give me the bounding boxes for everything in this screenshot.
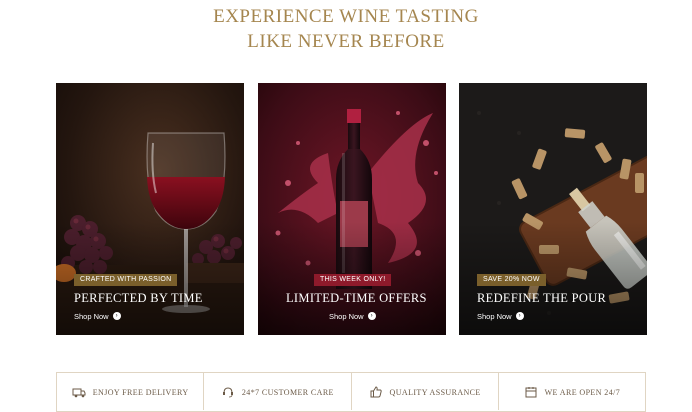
feature-quality-assurance: QUALITY ASSURANCE xyxy=(352,373,499,410)
promo-heading: REDEFINE THE POUR xyxy=(477,291,607,305)
promo-card-redefine-pour[interactable]: SAVE 20% NOW REDEFINE THE POUR Shop Now … xyxy=(459,83,647,335)
promo-heading: LIMITED-TIME OFFERS xyxy=(286,291,427,305)
shop-now-label: Shop Now xyxy=(477,311,512,321)
promo-card-limited-offers[interactable]: THIS WEEK ONLY! LIMITED-TIME OFFERS Shop… xyxy=(258,83,446,335)
arrow-right-icon: › xyxy=(112,312,121,320)
shop-now-link[interactable]: Shop Now › xyxy=(329,310,376,322)
feature-free-delivery: ENJOY FREE DELIVERY xyxy=(57,373,205,410)
feature-customer-care: 24*7 CUSTOMER CARE xyxy=(204,373,352,410)
promo-card-perfected[interactable]: CRAFTED WITH PASSION PERFECTED BY TIME S… xyxy=(56,83,244,335)
arrow-right-icon: › xyxy=(367,312,376,320)
shop-now-label: Shop Now xyxy=(329,311,364,321)
promo-badge: SAVE 20% NOW xyxy=(477,274,546,286)
shop-now-label: Shop Now xyxy=(74,311,109,321)
thumbs-up-icon xyxy=(370,386,382,398)
headset-icon xyxy=(222,387,233,398)
hero-title: EXPERIENCE WINE TASTING LIKE NEVER BEFOR… xyxy=(0,4,692,54)
promo-badge: THIS WEEK ONLY! xyxy=(314,274,392,286)
truck-icon xyxy=(72,388,86,398)
shop-now-link[interactable]: Shop Now › xyxy=(477,310,524,322)
promo-heading: PERFECTED BY TIME xyxy=(74,291,203,305)
arrow-right-icon: › xyxy=(515,312,524,320)
feature-label: WE ARE OPEN 24/7 xyxy=(544,387,621,397)
feature-label: ENJOY FREE DELIVERY xyxy=(92,387,189,397)
calendar-icon xyxy=(525,387,537,398)
promo-badge: CRAFTED WITH PASSION xyxy=(74,274,178,286)
shop-now-link[interactable]: Shop Now › xyxy=(74,310,121,322)
hero-title-line1: EXPERIENCE WINE TASTING xyxy=(213,6,479,27)
feature-label: QUALITY ASSURANCE xyxy=(389,387,481,397)
hero-title-line2: LIKE NEVER BEFORE xyxy=(247,31,445,52)
features-bar: ENJOY FREE DELIVERY 24*7 CUSTOMER CARE Q… xyxy=(56,372,646,412)
feature-label: 24*7 CUSTOMER CARE xyxy=(241,387,334,397)
feature-open-24-7: WE ARE OPEN 24/7 xyxy=(499,373,645,410)
